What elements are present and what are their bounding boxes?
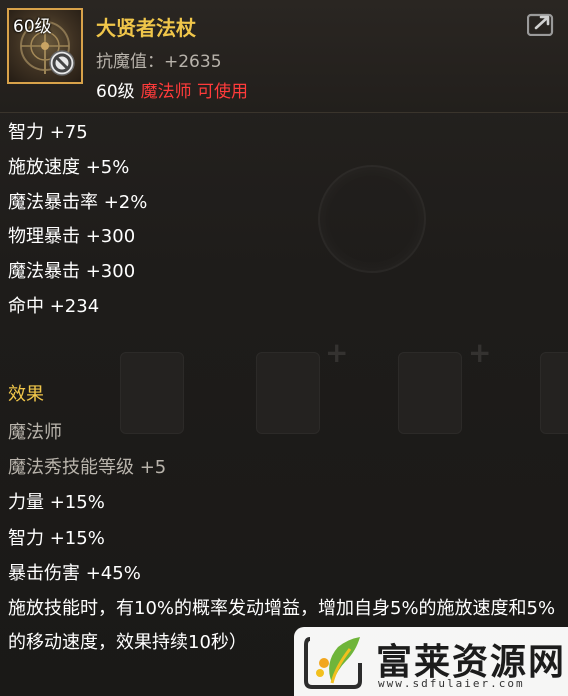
stat-physical-crit: 物理暴击 +300 [8,226,136,248]
effect-crit-damage: 暴击伤害 +45% [8,562,141,584]
item-title: 大贤者法杖 [96,16,196,40]
stat-magic-crit-rate: 魔法暴击率 +2% [8,191,148,213]
effect-list: 魔法师 魔法秀技能等级 +5 力量 +15% 智力 +15% 暴击伤害 +45% [8,418,166,594]
watermark-logo-icon [304,637,362,689]
watermark: 富莱资源网 www.sdfulaier.com [294,627,568,696]
stat-intelligence: 智力 +75 [8,122,88,143]
effect-strength: 力量 +15% [8,492,105,514]
resist-value: 抗魔值：+2635 [96,52,222,72]
background-slot [256,352,320,434]
share-icon[interactable] [527,10,557,36]
stats-list: 智力 +75 施放速度 +5% 魔法暴击率 +2% 物理暴击 +300 魔法暴击… [8,118,147,327]
background-slot [540,352,568,434]
watermark-url: www.sdfulaier.com [378,677,525,690]
item-header: 60级 大贤者法杖 抗魔值：+2635 60级 魔法师 可使用 [0,0,568,113]
staff-icon[interactable]: 60级 [7,8,83,84]
background-plus-icon: + [468,336,492,369]
background-plus-icon: + [325,336,349,369]
effect-skill-level: 魔法秀技能等级 +5 [8,457,167,479]
forbidden-icon [49,50,75,76]
stat-hit: 命中 +234 [8,295,100,317]
effect-heading: 效果 [8,384,44,405]
background-slot [398,352,462,434]
effect-intelligence: 智力 +15% [8,527,105,549]
stat-magic-crit: 魔法暴击 +300 [8,261,136,283]
required-class: 魔法师 可使用 [140,82,249,102]
item-level-tag: 60级 [13,17,52,37]
effect-class: 魔法师 [8,422,62,443]
stat-cast-speed: 施放速度 +5% [8,156,130,178]
background-emblem-icon [318,165,426,273]
required-level: 60级 [96,82,135,102]
requirement-line: 60级 魔法师 可使用 [96,77,248,102]
